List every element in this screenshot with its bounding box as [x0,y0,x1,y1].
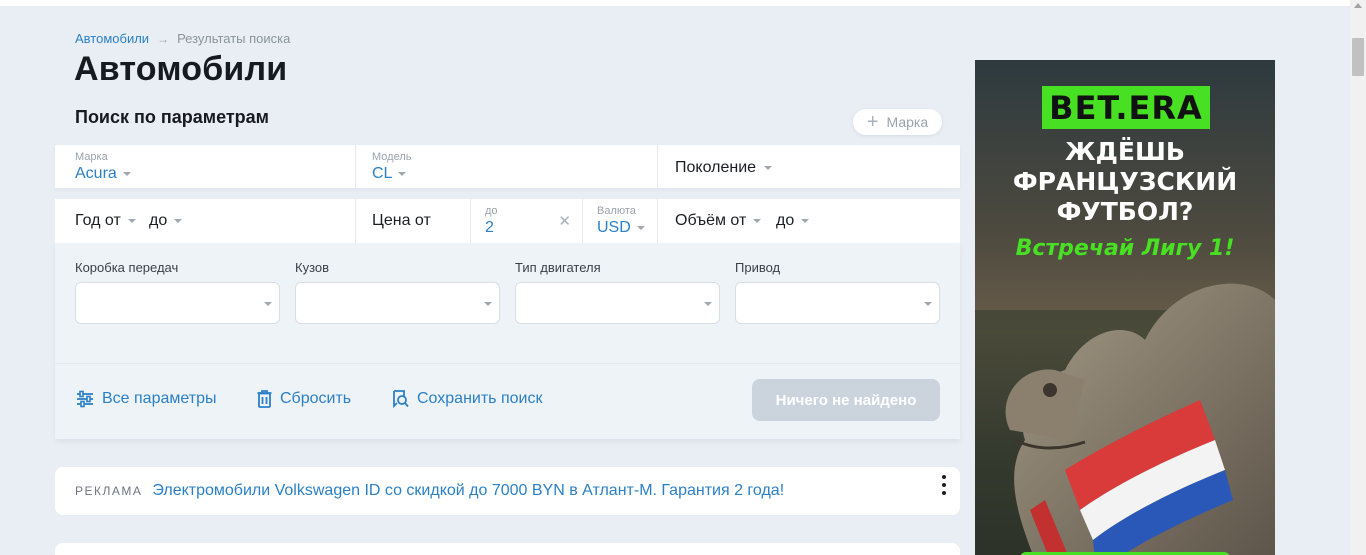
drive-group: Привод [735,260,940,324]
banner-headline-line: ФУТБОЛ? [1056,197,1194,226]
page-scrollbar[interactable] [1350,0,1366,555]
filter-body: Коробка передач Кузов Тип двигателя Прив… [55,243,960,439]
chevron-down-icon [174,219,183,223]
model-select[interactable]: Модель CL [356,145,658,188]
currency-value: USD [597,219,631,236]
ad-strip: РЕКЛАМА Электромобили Volkswagen ID со с… [55,467,960,515]
chevron-down-icon [924,302,932,306]
save-search-button[interactable]: Сохранить поиск [391,390,542,408]
volume-from-label: Объём от [675,212,747,229]
model-value-wrap: CL [372,165,407,183]
generation-label: Поколение [675,159,757,176]
model-label: Модель [372,151,412,163]
banner-headline: ЖДЁШЬ ФРАНЦУЗСКИЙ ФУТБОЛ? [975,137,1275,227]
reset-label: Сбросить [280,390,352,407]
next-card [55,543,960,555]
year-range: Год от до [55,199,356,243]
year-to-select[interactable]: до [149,212,183,230]
engine-label: Тип двигателя [515,260,601,275]
body-select[interactable] [295,282,500,324]
banner-subtitle: Встречай Лигу 1! [1015,236,1235,261]
all-params-button[interactable]: Все параметры [76,390,216,408]
model-value: CL [372,165,393,182]
ad-banner[interactable]: BET.ERA ЖДЁШЬ ФРАНЦУЗСКИЙ ФУТБОЛ? Встреч… [975,60,1275,555]
add-brand-label: Марка [886,114,929,130]
gargoyle-illustration [975,283,1275,555]
year-from-label: Год от [75,212,121,229]
transmission-group: Коробка передач [75,260,280,324]
sliders-icon [77,390,93,408]
engine-select[interactable] [515,282,720,324]
ad-link[interactable]: Электромобили Volkswagen ID со скидкой д… [152,482,784,500]
body-label: Кузов [295,260,330,275]
chevron-down-icon [264,302,272,306]
chevron-down-icon [484,302,492,306]
search-bookmark-icon [393,390,409,408]
brand-select[interactable]: Марка Acura [55,145,356,188]
add-brand-button[interactable]: + Марка [853,109,942,135]
year-from-select[interactable]: Год от [75,212,136,230]
reset-button[interactable]: Сбросить [257,390,351,408]
divider [55,363,960,364]
brand-value: Acura [75,165,117,182]
more-vertical-icon[interactable] [938,475,950,495]
breadcrumb-link-cars[interactable]: Автомобили [75,31,149,46]
breadcrumb-current: Результаты поиска [177,31,291,46]
chevron-down-icon [122,172,131,176]
close-icon[interactable]: ✕ [558,212,571,230]
banner-headline-line: ФРАНЦУЗСКИЙ [1012,167,1238,196]
chevron-down-icon [636,226,645,230]
filter-row-brand-model: Марка Acura Модель CL Поколение [55,145,960,188]
plus-icon: + [866,111,879,133]
volume-to-label: до [776,212,795,229]
show-results-button[interactable]: Ничего не найдено [752,379,940,421]
currency-label: Валюта [597,205,636,217]
scroll-thumb[interactable] [1352,38,1364,76]
volume-to-select[interactable]: до [776,212,810,230]
chevron-down-icon [801,219,810,223]
chevron-down-icon [753,219,762,223]
engine-group: Тип двигателя [515,260,720,324]
chevron-down-icon [127,219,136,223]
drive-select[interactable] [735,282,940,324]
scroll-up-icon[interactable] [1354,3,1362,8]
transmission-label: Коробка передач [75,260,179,275]
section-title: Поиск по параметрам [75,107,270,127]
brand-value-wrap: Acura [75,165,131,183]
drive-label: Привод [735,260,781,275]
currency-select[interactable]: USD [597,219,645,237]
trash-icon [257,390,272,408]
transmission-select[interactable] [75,282,280,324]
price-from-input[interactable]: Цена от [372,212,431,230]
arrow-right-icon: → [157,31,170,46]
year-to-label: до [149,212,168,229]
all-params-label: Все параметры [102,390,217,407]
chevron-down-icon [704,302,712,306]
ad-label: РЕКЛАМА [75,484,143,498]
chevron-down-icon [398,172,407,176]
price-to-value: 2 [485,219,494,236]
top-strip [0,0,1350,6]
price-to-label: до [485,205,498,217]
betera-logo: BET.ERA [1042,86,1210,129]
volume-range: Объём от до [658,199,960,243]
page-title: Автомобили [74,50,288,88]
generation-wrap: Поколение [675,159,773,177]
banner-headline-line: ЖДЁШЬ [1065,137,1185,166]
save-search-label: Сохранить поиск [417,390,543,407]
chevron-down-icon [764,166,773,170]
filter-row-year-price-volume: Год от до Цена от до 2 ✕ Валюта USD Объё… [55,199,960,243]
brand-label: Марка [75,151,108,163]
volume-from-select[interactable]: Объём от [675,212,762,230]
generation-select[interactable]: Поколение [658,145,960,188]
body-group: Кузов [295,260,500,324]
breadcrumb: Автомобили → Результаты поиска [75,31,290,46]
price-to-input[interactable]: до 2 ✕ [470,199,583,243]
price-range: Цена от до 2 ✕ Валюта USD [356,199,658,243]
